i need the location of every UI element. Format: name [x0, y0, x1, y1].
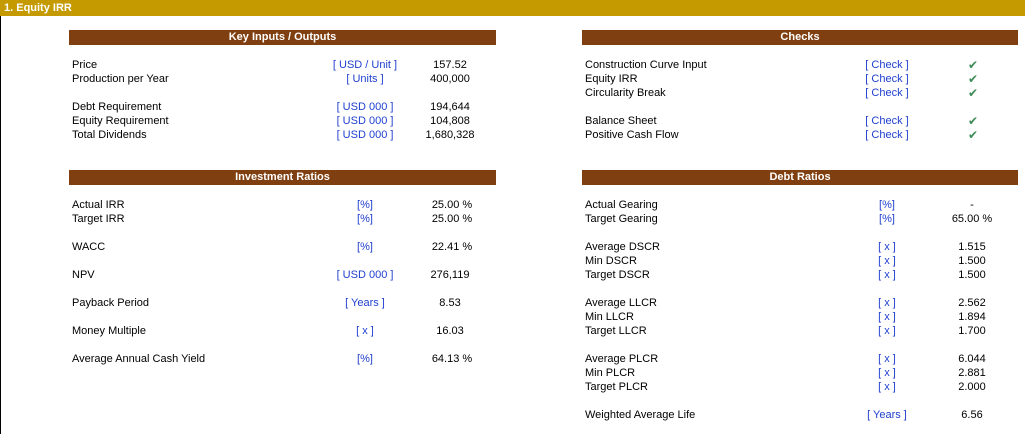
row-unit: [ x ]	[878, 297, 896, 309]
row-value[interactable]: 1.894	[932, 310, 1012, 324]
row-unit: [ x ]	[878, 353, 896, 365]
check-icon: ✔	[967, 58, 979, 72]
debt-row-min-llcr: Min LLCR [ x ] 1.894	[0, 310, 1025, 324]
row-label: Weighted Average Life	[585, 409, 696, 421]
row-label: Min PLCR	[585, 367, 636, 379]
row-label: Min LLCR	[585, 311, 634, 323]
debt-row-min-dscr: Min DSCR [ x ] 1.500	[0, 254, 1025, 268]
row-unit: [%]	[879, 213, 895, 225]
row-unit: [ x ]	[878, 381, 896, 393]
row-value[interactable]: 65.00 %	[932, 212, 1012, 226]
check-icon: ✔	[967, 114, 979, 128]
row-label: Min DSCR	[585, 255, 637, 267]
row-value[interactable]: 1.500	[932, 268, 1012, 282]
debt-row-min-plcr: Min PLCR [ x ] 2.881	[0, 366, 1025, 380]
row-value[interactable]: 1.700	[932, 324, 1012, 338]
row-unit: [ Check ]	[865, 115, 909, 127]
row-unit: [ Check ]	[865, 129, 909, 141]
row-unit: [ USD 000 ]	[336, 101, 394, 113]
row-label: Target LLCR	[585, 325, 647, 337]
row-unit: [ x ]	[878, 269, 896, 281]
row-label: Target DSCR	[585, 269, 650, 281]
row-unit: [ Check ]	[865, 59, 909, 71]
check-icon: ✔	[967, 72, 979, 86]
row-value[interactable]: 2.562	[932, 296, 1012, 310]
debt-row-target-plcr: Target PLCR [ x ] 2.000	[0, 380, 1025, 394]
row-value[interactable]: 6.044	[932, 352, 1012, 366]
row-label: Target Gearing	[585, 213, 658, 225]
check-row-balance-sheet: Balance Sheet [ Check ] ✔	[0, 114, 1025, 128]
row-value[interactable]: 1.515	[932, 240, 1012, 254]
check-icon: ✔	[967, 128, 979, 142]
row-label: Positive Cash Flow	[585, 129, 679, 141]
row-unit: [%]	[879, 199, 895, 211]
checks-header: Checks	[582, 30, 1018, 45]
row-label: Construction Curve Input	[585, 59, 707, 71]
debt-row-average-llcr: Average LLCR [ x ] 2.562	[0, 296, 1025, 310]
debt-row-average-dscr: Average DSCR [ x ] 1.515	[0, 240, 1025, 254]
check-row-cash-flow: Positive Cash Flow [ Check ] ✔	[0, 128, 1025, 142]
row-label: Average DSCR	[585, 241, 660, 253]
row-label: Circularity Break	[585, 87, 666, 99]
row-label: Debt Requirement	[72, 101, 162, 113]
check-row-circularity: Circularity Break [ Check ] ✔	[0, 86, 1025, 100]
debt-row-target-llcr: Target LLCR [ x ] 1.700	[0, 324, 1025, 338]
row-unit: [ x ]	[878, 311, 896, 323]
row-unit: [ x ]	[878, 241, 896, 253]
check-row-equity-irr: Equity IRR [ Check ] ✔	[0, 72, 1025, 86]
row-label: Average LLCR	[585, 297, 657, 309]
debt-ratios-header: Debt Ratios	[582, 170, 1018, 185]
check-row-construction: Construction Curve Input [ Check ] ✔	[0, 58, 1025, 72]
row-unit: [ Years ]	[867, 409, 907, 421]
row-label: Balance Sheet	[585, 115, 657, 127]
row-value[interactable]: 2.881	[932, 366, 1012, 380]
row-label: Equity IRR	[585, 73, 638, 85]
row-unit: [ x ]	[878, 255, 896, 267]
key-inputs-header: Key Inputs / Outputs	[69, 30, 496, 45]
row-value[interactable]: 1.500	[932, 254, 1012, 268]
row-unit: [ Check ]	[865, 73, 909, 85]
section-title: 1. Equity IRR	[0, 0, 1025, 16]
check-icon: ✔	[967, 86, 979, 100]
row-label: Average PLCR	[585, 353, 659, 365]
investment-ratios-header: Investment Ratios	[69, 170, 496, 185]
debt-row-average-plcr: Average PLCR [ x ] 6.044	[0, 352, 1025, 366]
row-unit: [ x ]	[878, 367, 896, 379]
row-label: Actual Gearing	[585, 199, 658, 211]
row-value[interactable]: -	[932, 198, 1012, 212]
row-unit: [ x ]	[878, 325, 896, 337]
row-unit: [ Check ]	[865, 87, 909, 99]
debt-row-target-dscr: Target DSCR [ x ] 1.500	[0, 268, 1025, 282]
debt-row-actual-gearing: Actual Gearing [%] -	[0, 198, 1025, 212]
row-label: Target PLCR	[585, 381, 648, 393]
debt-row-target-gearing: Target Gearing [%] 65.00 %	[0, 212, 1025, 226]
row-value[interactable]: 194,644	[412, 100, 488, 114]
key-input-row-debt: Debt Requirement [ USD 000 ] 194,644	[0, 100, 500, 114]
row-value[interactable]: 2.000	[932, 380, 1012, 394]
debt-row-weighted-average-life: Weighted Average Life [ Years ] 6.56	[0, 408, 1025, 422]
row-value[interactable]: 6.56	[932, 408, 1012, 422]
